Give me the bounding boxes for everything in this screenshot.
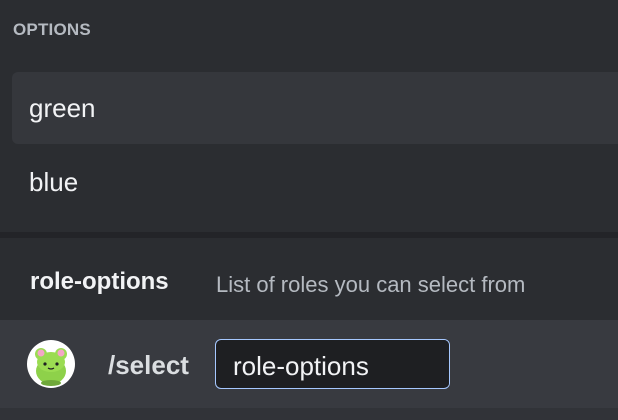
command-name: /select: [108, 350, 189, 380]
parameter-hint-description: List of roles you can select from: [216, 272, 526, 297]
option-blue[interactable]: blue: [12, 146, 618, 218]
frog-icon: [35, 348, 67, 386]
option-label: green: [29, 92, 96, 123]
options-section-header: OPTIONS: [13, 20, 91, 39]
parameter-value-input[interactable]: [419, 340, 449, 387]
bottom-strip: [0, 408, 618, 420]
option-green[interactable]: green: [12, 72, 618, 144]
autocomplete-popup: OPTIONS green blue: [0, 0, 618, 236]
frog-app-avatar-icon: [27, 340, 75, 388]
parameter-pill-label: role-options: [233, 351, 369, 381]
parameter-pill[interactable]: role-options: [215, 339, 450, 389]
parameter-hint-name: role-options: [30, 268, 169, 295]
option-label: blue: [29, 166, 79, 197]
